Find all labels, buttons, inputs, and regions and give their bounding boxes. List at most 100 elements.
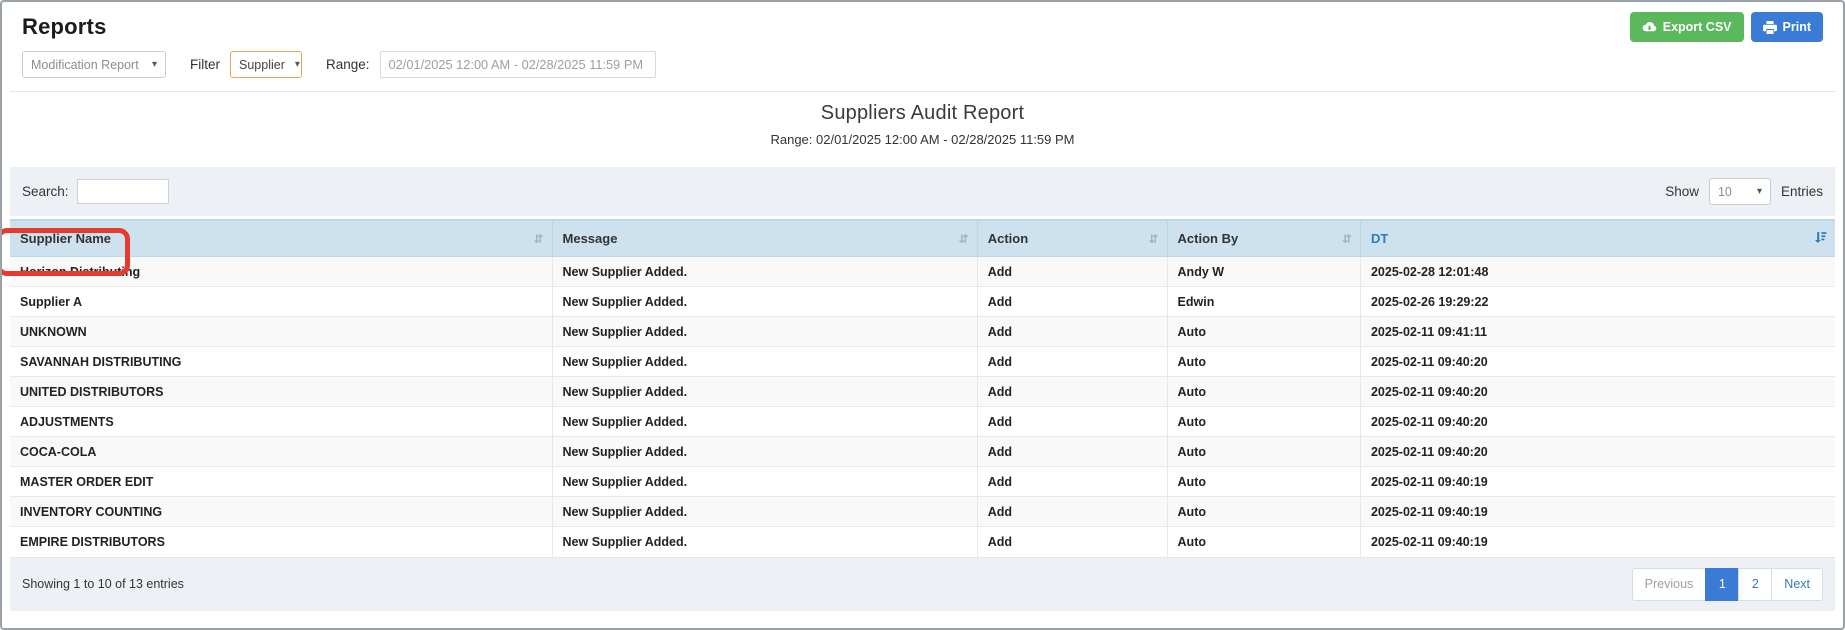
search-input[interactable] — [76, 179, 169, 204]
cell-supplier: COCA-COLA — [10, 436, 553, 467]
cell-action: Add — [976, 316, 1168, 347]
cell-action-by: Auto — [1166, 496, 1361, 527]
report-range-subtitle: Range: 02/01/2025 12:00 AM - 02/28/2025 … — [770, 132, 1075, 147]
cell-dt: 2025-02-11 09:40:19 — [1359, 496, 1835, 527]
cell-action-by: Auto — [1166, 466, 1361, 497]
sort-both-icon: ⇵ — [1341, 231, 1352, 246]
cell-dt: 2025-02-26 19:29:22 — [1359, 286, 1835, 317]
pagination-page-1-button[interactable]: 1 — [1705, 567, 1740, 601]
table-header-row: Supplier Name ⇵ Message ⇵ Action ⇵ Actio… — [10, 219, 1835, 257]
search-label: Search: — [22, 184, 69, 199]
cell-message: New Supplier Added. — [551, 316, 978, 347]
cell-dt: 2025-02-11 09:40:19 — [1359, 466, 1835, 497]
print-button[interactable]: Print — [1750, 12, 1823, 42]
cell-supplier: INVENTORY COUNTING — [10, 496, 553, 527]
cell-action-by: Auto — [1166, 406, 1361, 437]
cell-dt: 2025-02-28 12:01:48 — [1359, 256, 1835, 287]
cell-message: New Supplier Added. — [551, 286, 978, 317]
column-header-supplier-name[interactable]: Supplier Name ⇵ — [10, 219, 553, 257]
reports-page: Reports Modification Report ▾ Filter Sup… — [0, 0, 1845, 630]
entries-summary: Showing 1 to 10 of 13 entries — [22, 577, 184, 591]
table-row: Horizon Distributing New Supplier Added. A… — [10, 256, 1835, 287]
cell-supplier: ADJUSTMENTS — [10, 406, 553, 437]
cell-dt: 2025-02-11 09:40:20 — [1359, 406, 1835, 437]
entries-label: Entries — [1780, 184, 1823, 199]
cell-message: New Supplier Added. — [551, 526, 978, 557]
cell-action-by: Auto — [1166, 526, 1361, 557]
sort-both-icon: ⇵ — [533, 231, 544, 246]
cell-supplier: Supplier A — [10, 286, 553, 317]
report-type-select[interactable]: Modification Report ▾ — [22, 51, 166, 78]
cell-supplier: EMPIRE DISTRIBUTORS — [10, 526, 553, 557]
range-input[interactable] — [379, 51, 656, 78]
table-row: SAVANNAH DISTRIBUTING New Supplier Added.… — [10, 346, 1835, 377]
cell-message: New Supplier Added. — [551, 466, 978, 497]
cell-supplier: UNITED DISTRIBUTORS — [10, 376, 553, 407]
range-label: Range: — [326, 57, 370, 72]
cell-message: New Supplier Added. — [551, 376, 978, 407]
table-row: INVENTORY COUNTING New Supplier Added. Add… — [10, 496, 1835, 527]
column-header-message[interactable]: Message ⇵ — [551, 219, 978, 257]
pagination-next-button[interactable]: Next — [1771, 567, 1823, 601]
cell-dt: 2025-02-11 09:40:19 — [1359, 526, 1835, 557]
cell-dt: 2025-02-11 09:40:20 — [1359, 346, 1835, 377]
cell-action-by: Auto — [1166, 316, 1361, 347]
export-csv-label: Export CSV — [1662, 20, 1732, 34]
cell-action: Add — [976, 436, 1168, 467]
cell-action: Add — [976, 256, 1168, 287]
cell-action: Add — [976, 526, 1168, 557]
pagination-page-2-button[interactable]: 2 — [1738, 567, 1773, 601]
column-header-dt[interactable]: DT — [1359, 219, 1835, 257]
filter-select-value: Supplier — [239, 57, 285, 72]
page-size-select[interactable]: 10 ▾ — [1708, 178, 1771, 205]
table-toolbar: Search: Show 10 ▾ Entries — [10, 167, 1835, 216]
chevron-down-icon: ▾ — [294, 59, 300, 70]
export-csv-button[interactable]: Export CSV — [1629, 12, 1744, 42]
report-controls: Modification Report ▾ Filter Supplier ▾ … — [22, 51, 1823, 78]
table-row: MASTER ORDER EDIT New Supplier Added. Add A… — [10, 466, 1835, 497]
cell-supplier: SAVANNAH DISTRIBUTING — [10, 346, 553, 377]
cell-message: New Supplier Added. — [551, 496, 978, 527]
chevron-down-icon: ▾ — [151, 59, 157, 70]
cell-supplier: Horizon Distributing — [10, 256, 553, 287]
filter-label: Filter — [190, 57, 220, 72]
sort-both-icon: ⇵ — [1148, 231, 1159, 246]
table-row: UNKNOWN New Supplier Added. Add Auto 2025-02… — [10, 316, 1835, 347]
cell-action: Add — [976, 466, 1168, 497]
cell-action-by: Edwin — [1166, 286, 1361, 317]
cell-dt: 2025-02-11 09:40:20 — [1359, 376, 1835, 407]
table-row: COCA-COLA New Supplier Added. Add Auto 2025-… — [10, 436, 1835, 467]
top-bar: Reports Modification Report ▾ Filter Sup… — [10, 2, 1835, 78]
show-label: Show — [1665, 184, 1699, 199]
printer-icon — [1762, 20, 1777, 34]
filter-select[interactable]: Supplier ▾ — [230, 51, 302, 78]
cell-action-by: Auto — [1166, 346, 1361, 377]
sort-both-icon: ⇵ — [958, 231, 969, 246]
column-label: Action By — [1177, 231, 1239, 246]
sort-descending-icon — [1814, 231, 1827, 247]
page-title: Reports — [22, 14, 107, 39]
table-row: EMPIRE DISTRIBUTORS New Supplier Added. Ad… — [10, 526, 1835, 557]
cell-dt: 2025-02-11 09:41:11 — [1359, 316, 1835, 347]
chevron-down-icon: ▾ — [1756, 186, 1762, 197]
table-row: UNITED DISTRIBUTORS New Supplier Added. Ad… — [10, 376, 1835, 407]
table-footer: Showing 1 to 10 of 13 entries Previous 1… — [10, 556, 1835, 611]
cell-action: Add — [976, 376, 1168, 407]
pagination-previous-button[interactable]: Previous — [1631, 567, 1707, 601]
table-row: ADJUSTMENTS New Supplier Added. Add Auto 202… — [10, 406, 1835, 437]
column-label: Action — [987, 231, 1029, 246]
cell-action: Add — [976, 286, 1168, 317]
column-header-action[interactable]: Action ⇵ — [976, 219, 1168, 257]
column-header-action-by[interactable]: Action By ⇵ — [1166, 219, 1361, 257]
column-label: Supplier Name — [20, 231, 112, 246]
pagination: Previous 1 2 Next — [1631, 567, 1823, 601]
column-label: Message — [562, 231, 618, 246]
cell-action-by: Auto — [1166, 376, 1361, 407]
cloud-download-icon — [1642, 21, 1657, 33]
cell-action: Add — [976, 496, 1168, 527]
cell-message: New Supplier Added. — [551, 346, 978, 377]
page-size-value: 10 — [1717, 184, 1732, 199]
cell-message: New Supplier Added. — [551, 256, 978, 287]
top-buttons: Export CSV Print — [1629, 12, 1823, 42]
cell-action-by: Auto — [1166, 436, 1361, 467]
